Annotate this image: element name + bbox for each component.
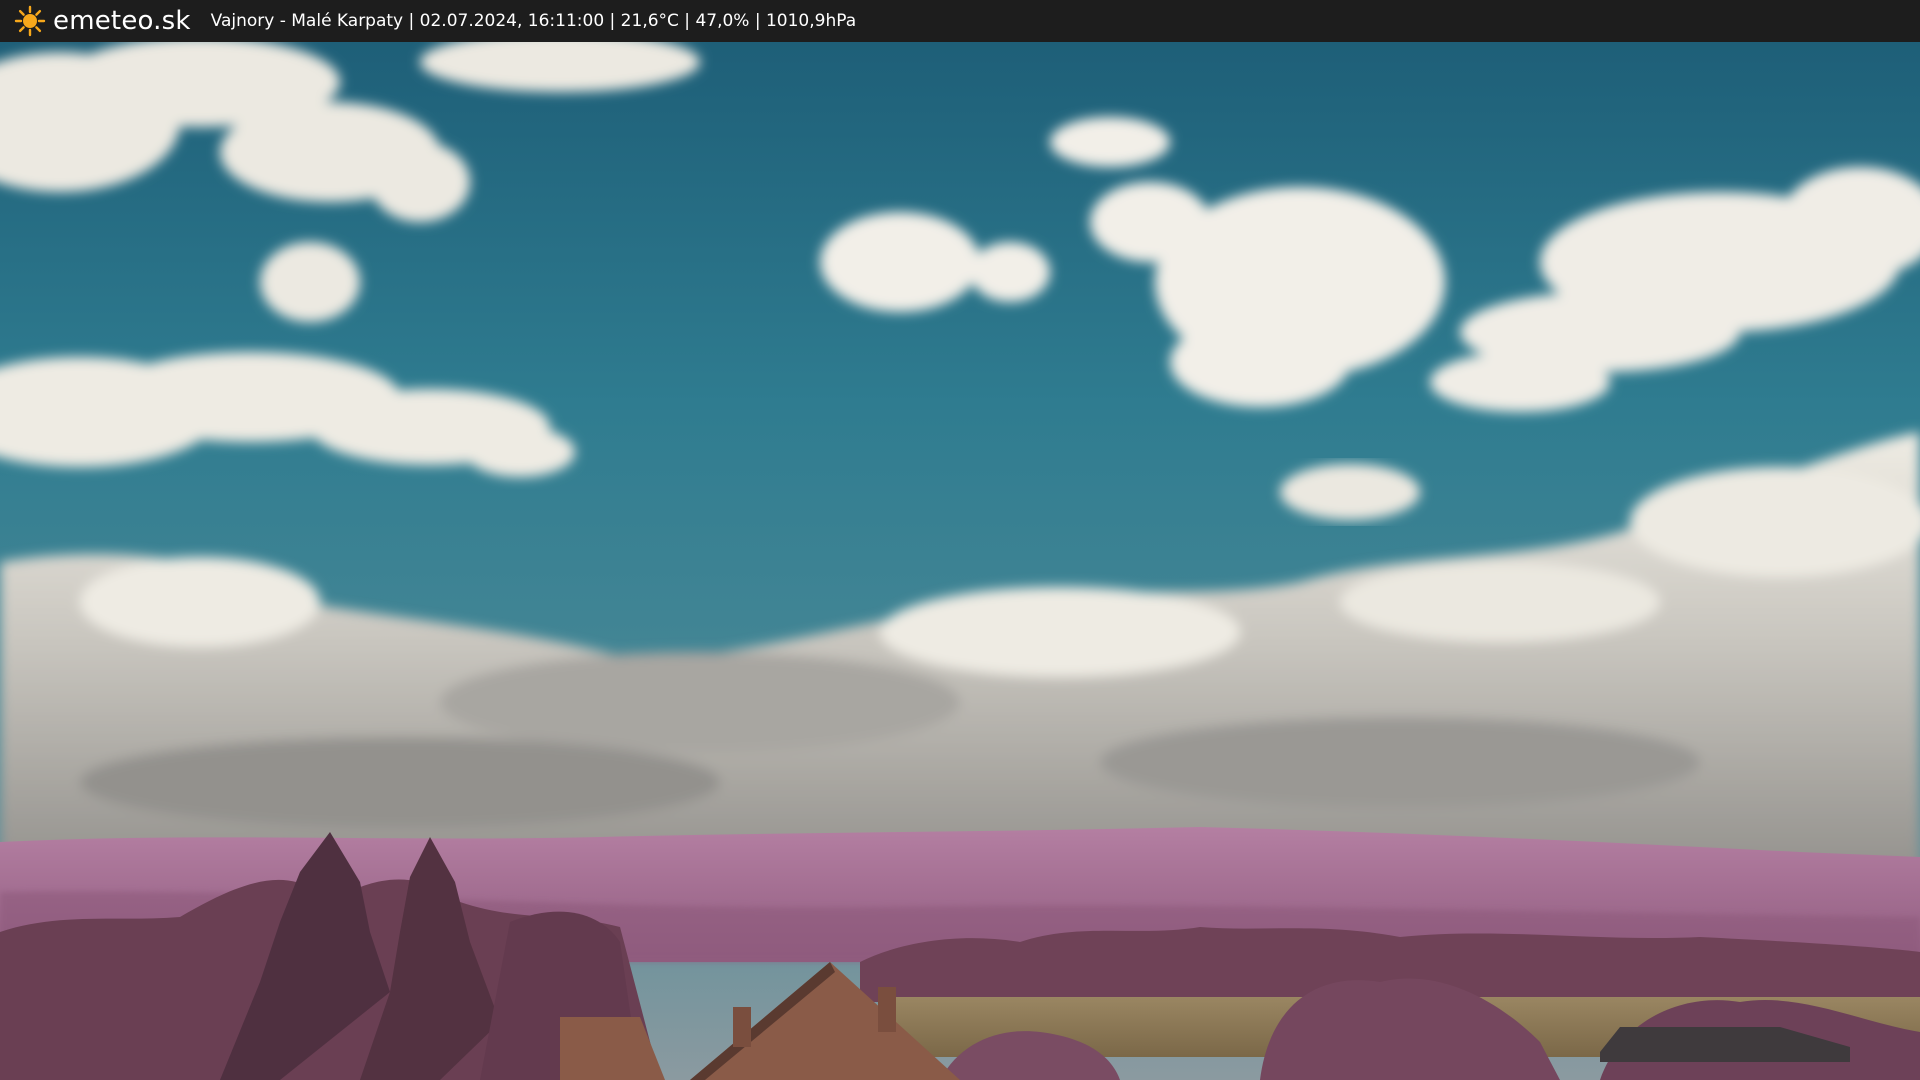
site-logo[interactable]: emeteo.sk bbox=[14, 5, 191, 37]
brand-name: emeteo.sk bbox=[53, 6, 191, 36]
cloud-small bbox=[1280, 464, 1420, 520]
webcam-image bbox=[0, 42, 1920, 1080]
landscape-scene bbox=[0, 42, 1920, 1080]
webcam-frame: emeteo.sk Vajnory - Malé Karpaty | 02.07… bbox=[0, 0, 1920, 1080]
sun-icon bbox=[14, 5, 46, 37]
weather-caption: Vajnory - Malé Karpaty | 02.07.2024, 16:… bbox=[210, 11, 857, 31]
header-bar: emeteo.sk Vajnory - Malé Karpaty | 02.07… bbox=[0, 0, 1920, 42]
